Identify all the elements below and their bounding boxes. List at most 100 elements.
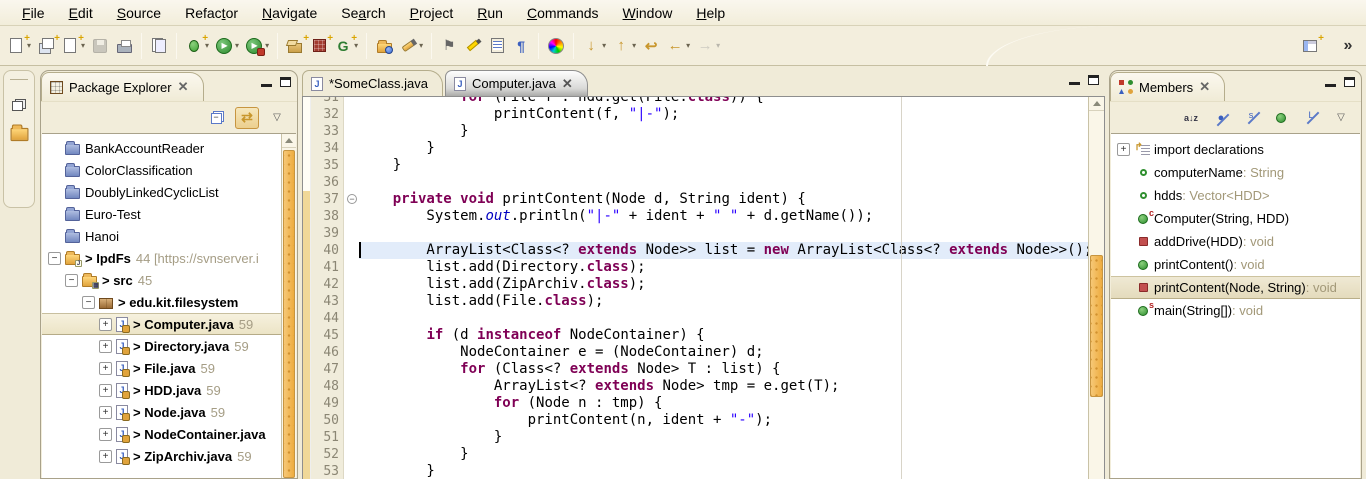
maximize-icon[interactable] <box>1088 75 1099 85</box>
tree-item[interactable]: −> edu.kit.filesystem <box>42 291 281 313</box>
show-whitespace-button[interactable]: ¶ <box>509 33 533 59</box>
new-jar-button[interactable]: + <box>283 33 307 59</box>
close-icon[interactable]: ✕ <box>562 76 573 92</box>
hide-static-button[interactable]: s <box>1239 107 1263 129</box>
menu-item-run[interactable]: Run <box>465 2 515 24</box>
sort-button[interactable]: a↓z <box>1179 107 1203 129</box>
build-pages-button[interactable] <box>147 33 171 59</box>
print-button[interactable] <box>112 33 136 59</box>
tree-item[interactable]: −▦> src45 <box>42 269 281 291</box>
fastview-grip[interactable] <box>10 79 28 81</box>
view-menu-button[interactable]: ▽ <box>265 107 289 129</box>
tree-item[interactable]: +Hanoi <box>42 225 281 247</box>
generate-button[interactable]: G+▾ <box>331 33 361 59</box>
chevron-down-icon[interactable]: ▾ <box>686 41 690 50</box>
code-line[interactable]: System.out.println("|-" + ident + " " + … <box>359 208 1088 225</box>
new-window-button[interactable]: + <box>34 33 58 59</box>
menu-item-edit[interactable]: Edit <box>57 2 105 24</box>
chevron-down-icon[interactable]: ▾ <box>632 41 636 50</box>
run-button[interactable]: ▾ <box>212 33 242 59</box>
editor-tab-computerjava[interactable]: JComputer.java✕ <box>445 70 588 96</box>
menu-item-source[interactable]: Source <box>105 2 173 24</box>
fold-collapse-icon[interactable]: − <box>347 194 357 204</box>
menu-item-commands[interactable]: Commands <box>515 2 611 24</box>
show-console-button[interactable] <box>485 33 509 59</box>
debug-button[interactable]: +▾ <box>182 33 212 59</box>
tree-item[interactable]: +J> ZipArchiv.java59 <box>42 445 281 467</box>
tree-item[interactable]: +Euro-Test <box>42 203 281 225</box>
maximize-icon[interactable] <box>1344 77 1355 87</box>
menu-item-file[interactable]: File <box>10 2 57 24</box>
close-icon[interactable]: ✕ <box>178 79 189 95</box>
expand-icon[interactable]: + <box>99 384 112 397</box>
collapse-icon[interactable]: − <box>48 252 61 265</box>
mark-occurrences-button[interactable]: ⚑ <box>437 33 461 59</box>
package-explorer-tab[interactable]: Package Explorer ✕ <box>41 72 204 101</box>
expand-icon[interactable]: + <box>99 362 112 375</box>
code-line[interactable]: list.add(ZipArchiv.class); <box>359 276 1088 293</box>
member-item[interactable]: cComputer(String, HDD) <box>1111 207 1360 230</box>
expand-icon[interactable]: + <box>1117 143 1130 156</box>
code-line[interactable]: list.add(Directory.class); <box>359 259 1088 276</box>
tree-item[interactable]: +BankAccountReader <box>42 137 281 159</box>
hide-nonpublic-button[interactable] <box>1269 107 1293 129</box>
next-annotation-button[interactable]: ↓▾ <box>579 33 609 59</box>
menu-item-help[interactable]: Help <box>684 2 737 24</box>
chevron-down-icon[interactable]: ▾ <box>265 41 269 50</box>
code-line[interactable] <box>359 225 1088 242</box>
code-line[interactable]: if (d instanceof NodeContainer) { <box>359 327 1088 344</box>
menu-item-project[interactable]: Project <box>398 2 466 24</box>
chevron-down-icon[interactable]: ▾ <box>235 41 239 50</box>
tree-item-selected[interactable]: +J> Computer.java59 <box>42 313 281 335</box>
view-menu-button[interactable]: ▽ <box>1329 107 1353 129</box>
folding-column[interactable]: − <box>345 97 359 479</box>
tree-item[interactable]: +J> Node.java59 <box>42 401 281 423</box>
expand-icon[interactable]: + <box>99 406 112 419</box>
highlight-button[interactable] <box>461 33 485 59</box>
color-wheel-button[interactable] <box>544 33 568 59</box>
run-history-button[interactable]: ▾ <box>242 33 272 59</box>
menu-item-search[interactable]: Search <box>329 2 397 24</box>
close-icon[interactable]: ✕ <box>1199 79 1210 95</box>
hide-fields-button[interactable]: ● <box>1209 107 1233 129</box>
code-line[interactable]: } <box>359 140 1088 157</box>
expand-icon[interactable]: + <box>99 450 112 463</box>
menu-item-navigate[interactable]: Navigate <box>250 2 329 24</box>
line-number-ruler[interactable]: 3132333435363738394041424344454647484950… <box>311 97 344 479</box>
editor-tab-someclassjava[interactable]: J*SomeClass.java <box>302 70 443 96</box>
collapse-icon[interactable]: − <box>82 296 95 309</box>
code-line[interactable]: list.add(File.class); <box>359 293 1088 310</box>
menu-item-window[interactable]: Window <box>611 2 685 24</box>
package-tree-scrollbar[interactable] <box>281 134 296 478</box>
code-area[interactable]: for (File f : hdd.get(File.class)) { pri… <box>359 97 1088 479</box>
expand-icon[interactable]: + <box>99 318 112 331</box>
code-line[interactable]: } <box>359 123 1088 140</box>
menu-item-refactor[interactable]: Refactor <box>173 2 250 24</box>
code-line[interactable]: } <box>359 429 1088 446</box>
chevron-down-icon[interactable]: ▾ <box>419 41 423 50</box>
search-button[interactable]: ▾ <box>396 33 426 59</box>
member-item-selected[interactable]: printContent(Node, String) : void <box>1111 276 1360 299</box>
minimize-icon[interactable] <box>261 78 272 87</box>
tree-item[interactable]: +J> NodeContainer.java <box>42 423 281 445</box>
quick-diff-column[interactable] <box>303 97 311 479</box>
code-line[interactable]: NodeContainer e = (NodeContainer) d; <box>359 344 1088 361</box>
code-line[interactable]: } <box>359 463 1088 479</box>
code-line[interactable]: ArrayList<? extends Node> tmp = e.get(T)… <box>359 378 1088 395</box>
member-item[interactable]: hdds : Vector<HDD> <box>1111 184 1360 207</box>
prev-annotation-button[interactable]: ↑▾ <box>609 33 639 59</box>
member-item[interactable]: printContent() : void <box>1111 253 1360 276</box>
link-with-editor-button[interactable]: ⇄ <box>235 107 259 129</box>
scrollbar-thumb[interactable] <box>1090 255 1103 397</box>
minimize-icon[interactable] <box>1325 78 1336 87</box>
code-line[interactable]: for (File f : hdd.get(File.class)) { <box>359 97 1088 106</box>
new-file-button[interactable]: +▾ <box>58 33 88 59</box>
code-line[interactable]: ArrayList<Class<? extends Node>> list = … <box>359 242 1088 259</box>
member-item[interactable]: +import declarations <box>1111 138 1360 161</box>
tree-item[interactable]: +DoublyLinkedCyclicList <box>42 181 281 203</box>
customize-perspective-button[interactable]: + <box>1298 33 1322 59</box>
back-button[interactable]: ←▾ <box>663 33 693 59</box>
minimize-icon[interactable] <box>1069 76 1080 85</box>
tree-item[interactable]: +J> HDD.java59 <box>42 379 281 401</box>
code-line[interactable]: } <box>359 157 1088 174</box>
